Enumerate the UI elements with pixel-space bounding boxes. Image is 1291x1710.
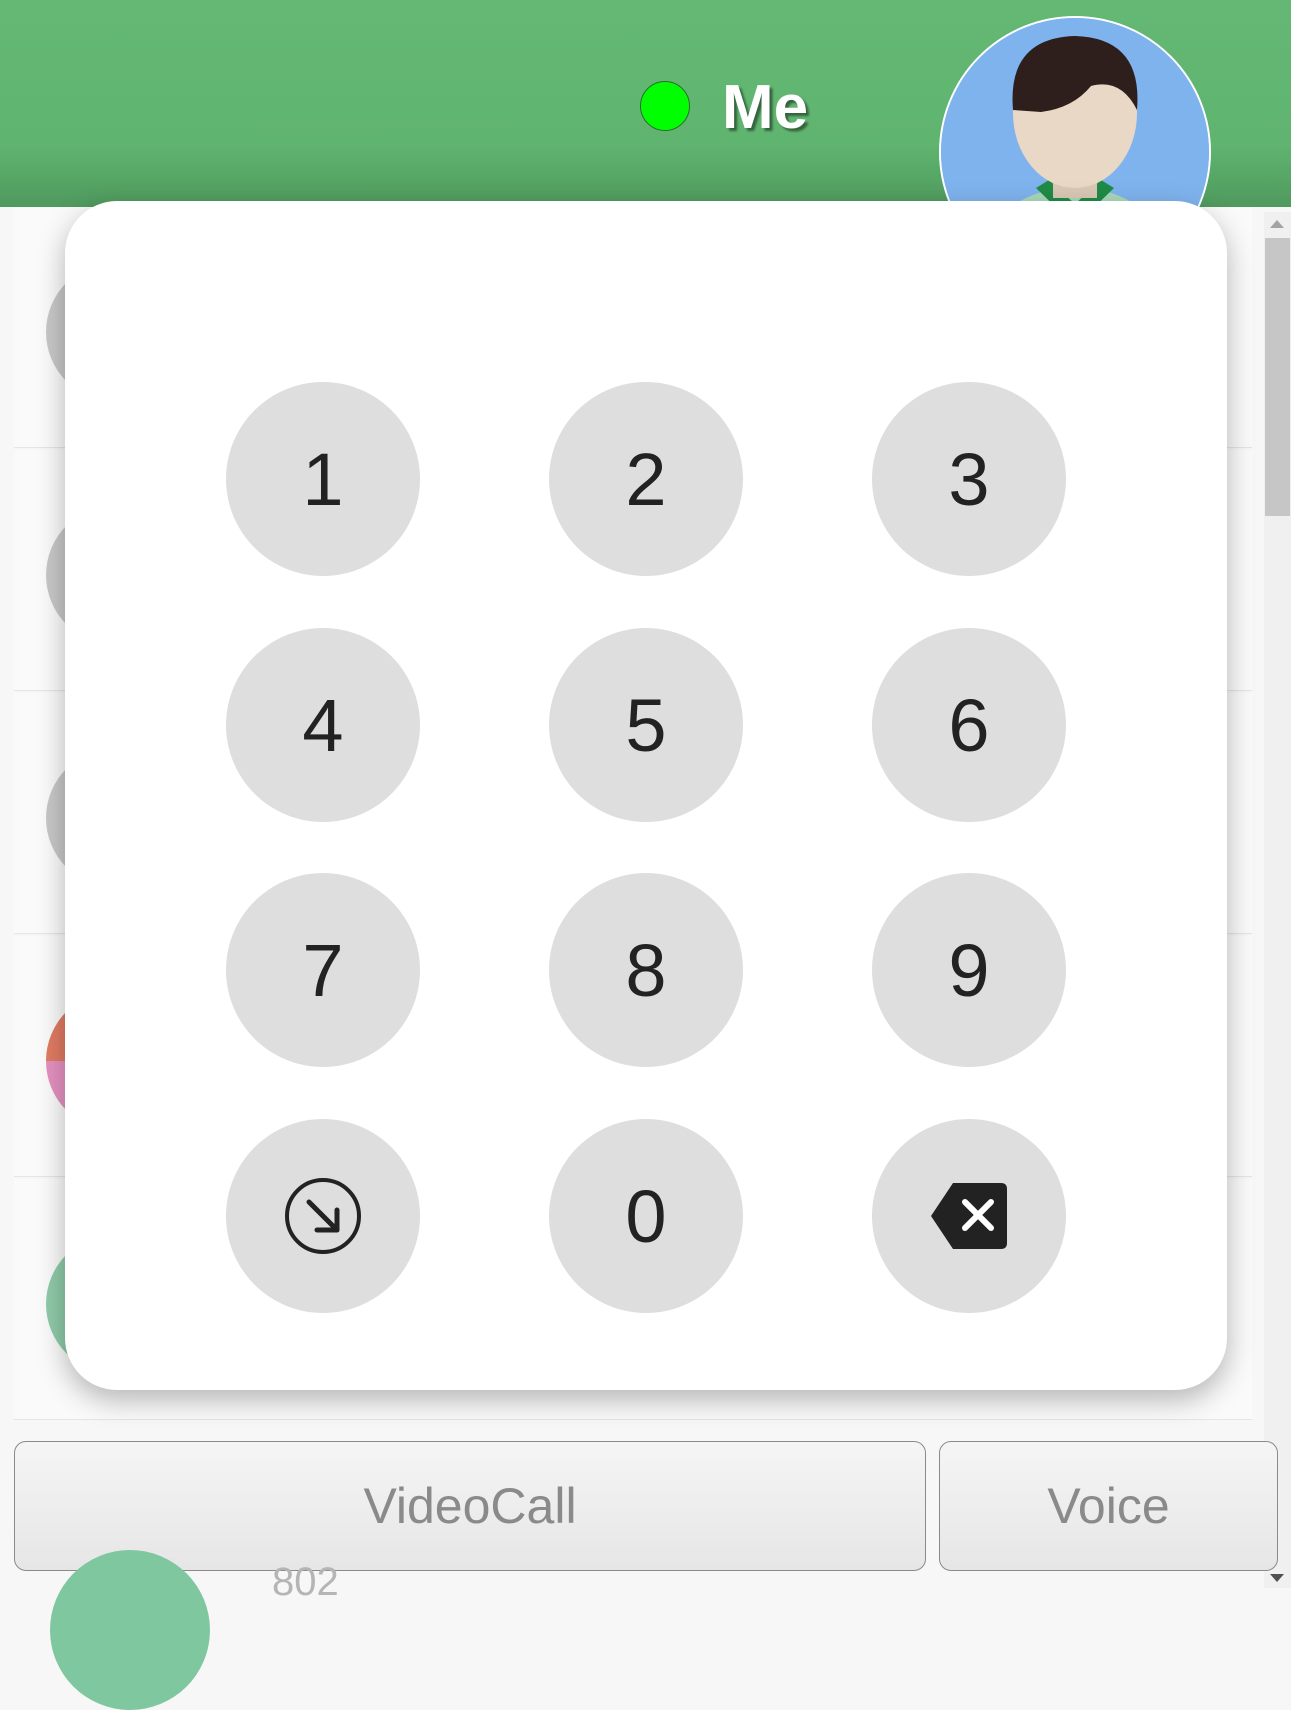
online-status-indicator (640, 81, 690, 131)
dial-key-5[interactable]: 5 (549, 628, 743, 822)
video-call-button[interactable]: VideoCall (14, 1441, 926, 1571)
backspace-icon (931, 1183, 1007, 1249)
user-avatar[interactable] (939, 16, 1211, 207)
dial-key-8[interactable]: 8 (549, 873, 743, 1067)
app-header: Me (0, 0, 1291, 207)
dial-key-0[interactable]: 0 (549, 1119, 743, 1313)
voice-call-button[interactable]: Voice (939, 1441, 1278, 1571)
arrow-down-right-circle-icon (285, 1178, 361, 1254)
dial-key-4[interactable]: 4 (226, 628, 420, 822)
dial-minimize-button[interactable] (226, 1119, 420, 1313)
dial-key-7[interactable]: 7 (226, 873, 420, 1067)
dialpad-modal: 1 2 3 4 5 6 7 8 9 0 (65, 201, 1227, 1390)
dial-key-9[interactable]: 9 (872, 873, 1066, 1067)
dial-backspace-button[interactable] (872, 1119, 1066, 1313)
scroll-up-arrow-icon[interactable] (1270, 220, 1284, 228)
dial-key-3[interactable]: 3 (872, 382, 1066, 576)
contact-avatar (50, 1550, 210, 1710)
scrollbar-thumb[interactable] (1265, 238, 1290, 516)
scroll-down-arrow-icon[interactable] (1270, 1574, 1284, 1582)
dial-key-1[interactable]: 1 (226, 382, 420, 576)
dial-key-2[interactable]: 2 (549, 382, 743, 576)
person-avatar-icon (941, 18, 1209, 207)
dial-key-6[interactable]: 6 (872, 628, 1066, 822)
user-name-title: Me (722, 73, 809, 142)
contact-extension: 802 (272, 1560, 339, 1604)
